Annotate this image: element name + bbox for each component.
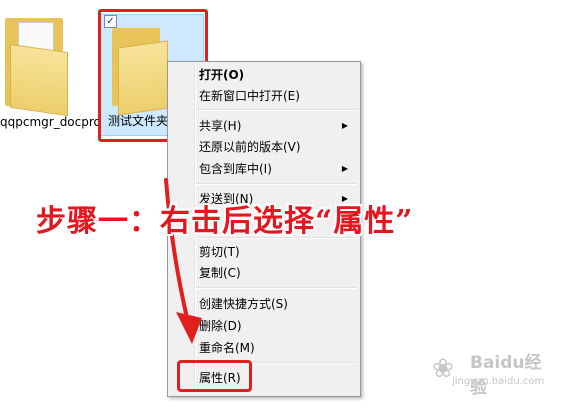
menu-item-open-new-window[interactable]: 在新窗口中打开(E): [199, 86, 356, 106]
menu-item-share[interactable]: 共享(H) ▶: [199, 116, 356, 136]
menu-item-label: 共享(H): [199, 119, 242, 133]
menu-item-restore-versions[interactable]: 还原以前的版本(V): [199, 137, 356, 157]
menu-item-rename[interactable]: 重命名(M): [199, 338, 356, 358]
menu-separator: [196, 109, 357, 111]
menu-separator: [196, 287, 357, 289]
menu-item-delete[interactable]: 删除(D): [199, 316, 356, 336]
folder-name-qqpcmgr[interactable]: qqpcmgr_docpro: [0, 114, 101, 131]
watermark-url: jingyan.baidu.com: [452, 376, 545, 387]
menu-item-cut[interactable]: 剪切(T): [199, 242, 356, 262]
menu-item-open[interactable]: 打开(O): [199, 65, 356, 85]
submenu-arrow-icon: ▶: [341, 164, 348, 173]
menu-separator: [196, 183, 357, 185]
watermark-title: Baidu经验: [470, 353, 542, 398]
menu-item-label: 包含到库中(I): [199, 162, 272, 176]
submenu-arrow-icon: ▶: [341, 121, 348, 130]
menu-item-create-shortcut[interactable]: 创建快捷方式(S): [199, 294, 356, 314]
menu-item-include-library[interactable]: 包含到库中(I) ▶: [199, 159, 356, 179]
instruction-caption: 步骤一：右击后选择“属性”: [36, 204, 414, 239]
folder-icon[interactable]: [0, 12, 72, 117]
highlight-box-properties: [177, 360, 252, 392]
folder-front: [10, 43, 68, 117]
baidu-paw-icon: ❀: [432, 354, 454, 384]
menu-item-copy[interactable]: 复制(C): [199, 263, 356, 283]
baidu-watermark: ❀ Baidu经验 jingyan.baidu.com: [432, 348, 552, 404]
